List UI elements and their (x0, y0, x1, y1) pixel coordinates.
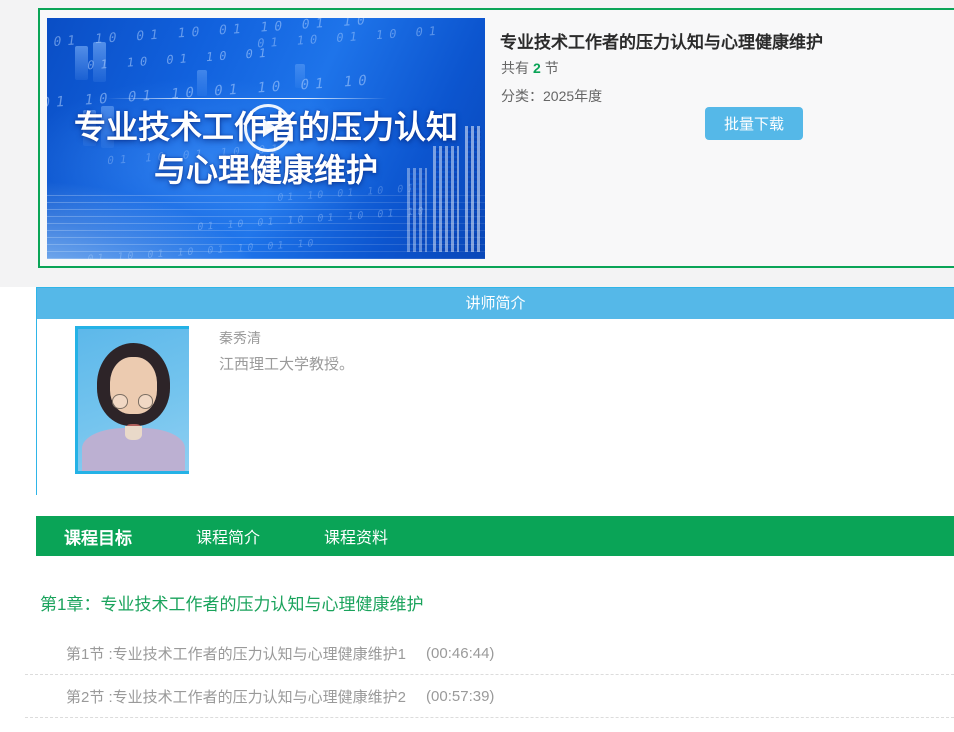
lesson-title: 第2节 :专业技术工作者的压力认知与心理健康维护2 (66, 686, 406, 707)
tab-course-goals[interactable]: 课程目标 (64, 524, 132, 549)
lesson-list: 第1节 :专业技术工作者的压力认知与心理健康维护1 (00:46:44) 第2节… (25, 632, 954, 718)
lesson-duration: (00:46:44) (426, 645, 494, 662)
course-sections-count: 共有2节 (501, 58, 559, 78)
course-category: 分类：2025年度 (501, 86, 602, 106)
photo-collar (125, 426, 143, 440)
tab-course-materials[interactable]: 课程资料 (324, 524, 388, 548)
tab-course-intro[interactable]: 课程简介 (196, 524, 260, 548)
banner-decoration (75, 46, 88, 80)
instructor-description: 江西理工大学教授。 (219, 353, 354, 374)
banner-binary-texture: 01 10 01 10 01 (86, 45, 273, 72)
course-video-thumbnail[interactable]: 01 10 01 10 01 10 01 10 01 10 01 10 01 0… (47, 18, 485, 259)
play-button[interactable] (244, 104, 292, 152)
lesson-row-2[interactable]: 第2节 :专业技术工作者的压力认知与心理健康维护2 (00:57:39) (25, 675, 954, 718)
sections-prefix: 共有 (501, 60, 529, 76)
sections-count-value: 2 (529, 60, 545, 76)
lesson-row-1[interactable]: 第1节 :专业技术工作者的压力认知与心理健康维护1 (00:46:44) (25, 632, 954, 675)
instructor-body: 秦秀清 江西理工大学教授。 (37, 319, 954, 495)
course-tab-bar: 课程目标 课程简介 课程资料 (36, 516, 954, 556)
banner-glow (47, 179, 267, 259)
course-title: 专业技术工作者的压力认知与心理健康维护 (500, 28, 823, 53)
lesson-duration: (00:57:39) (426, 688, 494, 705)
photo-glasses (138, 394, 154, 408)
banner-divider-line (107, 98, 387, 99)
instructor-name: 秦秀清 (219, 328, 261, 348)
instructor-photo (75, 326, 189, 474)
lesson-title: 第1节 :专业技术工作者的压力认知与心理健康维护1 (66, 643, 406, 664)
instructor-panel: 讲师简介 秦秀清 江西理工大学教授。 (36, 287, 954, 495)
play-icon (263, 119, 277, 137)
chapter-heading: 第1章：专业技术工作者的压力认知与心理健康维护 (40, 590, 423, 615)
photo-glasses (112, 394, 128, 408)
sections-suffix: 节 (545, 60, 559, 76)
instructor-section-header: 讲师简介 (37, 288, 954, 319)
batch-download-button[interactable]: 批量下载 (705, 107, 803, 140)
course-header-panel: 01 10 01 10 01 10 01 10 01 10 01 10 01 0… (38, 8, 954, 268)
